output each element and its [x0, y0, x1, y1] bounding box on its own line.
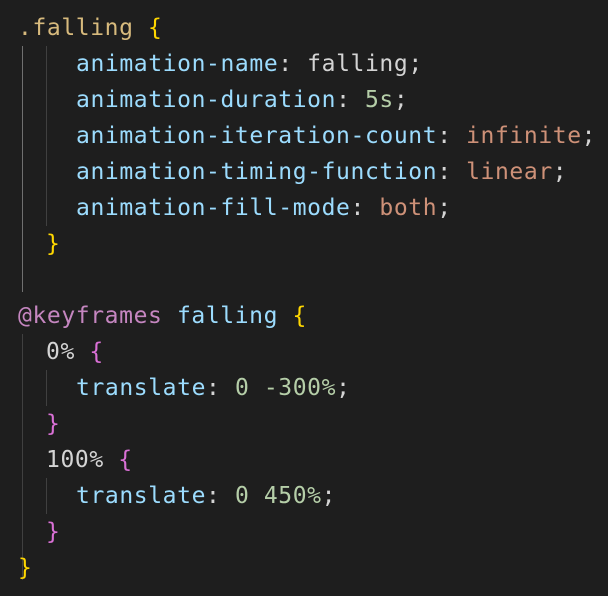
semicolon: ; — [336, 375, 351, 401]
semicolon: ; — [321, 483, 337, 509]
css-property: translate — [76, 375, 207, 401]
open-brace: { — [148, 15, 163, 41]
css-property: animation-fill-mode — [76, 195, 351, 221]
semicolon: ; — [581, 123, 597, 149]
code-line-10: 0% { — [46, 334, 104, 370]
css-value: linear — [466, 159, 553, 185]
code-line-11: translate: 0 -300%; — [76, 370, 351, 406]
colon: : — [206, 375, 221, 401]
keyframe-selector: 0% — [46, 339, 75, 365]
css-property: animation-timing-function — [76, 159, 438, 185]
colon: : — [278, 51, 293, 77]
css-property: animation-name — [76, 51, 279, 77]
semicolon: ; — [393, 87, 409, 113]
indent-guide — [46, 370, 47, 406]
indent-guide — [46, 46, 47, 226]
code-line-4: animation-iteration-count: infinite; — [76, 118, 596, 154]
semicolon: ; — [552, 159, 568, 185]
css-property: translate — [76, 483, 207, 509]
indent-guide — [22, 46, 23, 292]
open-brace: { — [118, 447, 133, 473]
close-brace: } — [46, 411, 61, 437]
code-line-3: animation-duration: 5s; — [76, 82, 408, 118]
semicolon: ; — [408, 51, 423, 77]
colon: : — [336, 87, 351, 113]
css-value: infinite — [466, 123, 582, 149]
css-value: 0 — [234, 375, 250, 401]
css-value: 0 — [234, 483, 250, 509]
code-line-1: .falling { — [18, 10, 162, 46]
colon: : — [206, 483, 221, 509]
indent-guide — [22, 334, 23, 580]
keyframes-name: falling — [176, 303, 279, 329]
code-editor[interactable]: .falling { animation-name: falling; anim… — [0, 0, 608, 596]
colon: : — [437, 123, 452, 149]
code-line-6: animation-fill-mode: both; — [76, 190, 452, 226]
css-selector: .falling — [18, 15, 134, 41]
code-line-12: } — [46, 406, 60, 442]
open-brace: { — [89, 339, 104, 365]
css-property: animation-iteration-count — [76, 123, 438, 149]
code-line-7: } — [46, 226, 60, 262]
code-line-5: animation-timing-function: linear; — [76, 154, 567, 190]
code-line-13: 100% { — [46, 442, 133, 478]
at-rule: @keyframes — [18, 303, 163, 329]
css-value: -300% — [263, 375, 337, 401]
close-brace: } — [46, 519, 61, 545]
semicolon: ; — [437, 195, 452, 221]
code-line-9: @keyframes falling { — [18, 298, 307, 334]
colon: : — [350, 195, 365, 221]
css-value: 5s — [364, 87, 394, 113]
code-line-15: } — [46, 514, 60, 550]
keyframe-selector: 100% — [46, 447, 104, 473]
colon: : — [437, 159, 452, 185]
close-brace: } — [18, 555, 33, 581]
css-value: both — [379, 195, 438, 221]
css-property: animation-duration — [76, 87, 337, 113]
css-value: falling — [307, 51, 409, 77]
indent-guide — [46, 478, 47, 514]
close-brace: } — [46, 231, 61, 257]
code-line-14: translate: 0 450%; — [76, 478, 336, 514]
code-line-2: animation-name: falling; — [76, 46, 423, 82]
open-brace: { — [292, 303, 307, 329]
css-value: 450% — [263, 483, 322, 509]
code-line-16: } — [18, 550, 32, 586]
